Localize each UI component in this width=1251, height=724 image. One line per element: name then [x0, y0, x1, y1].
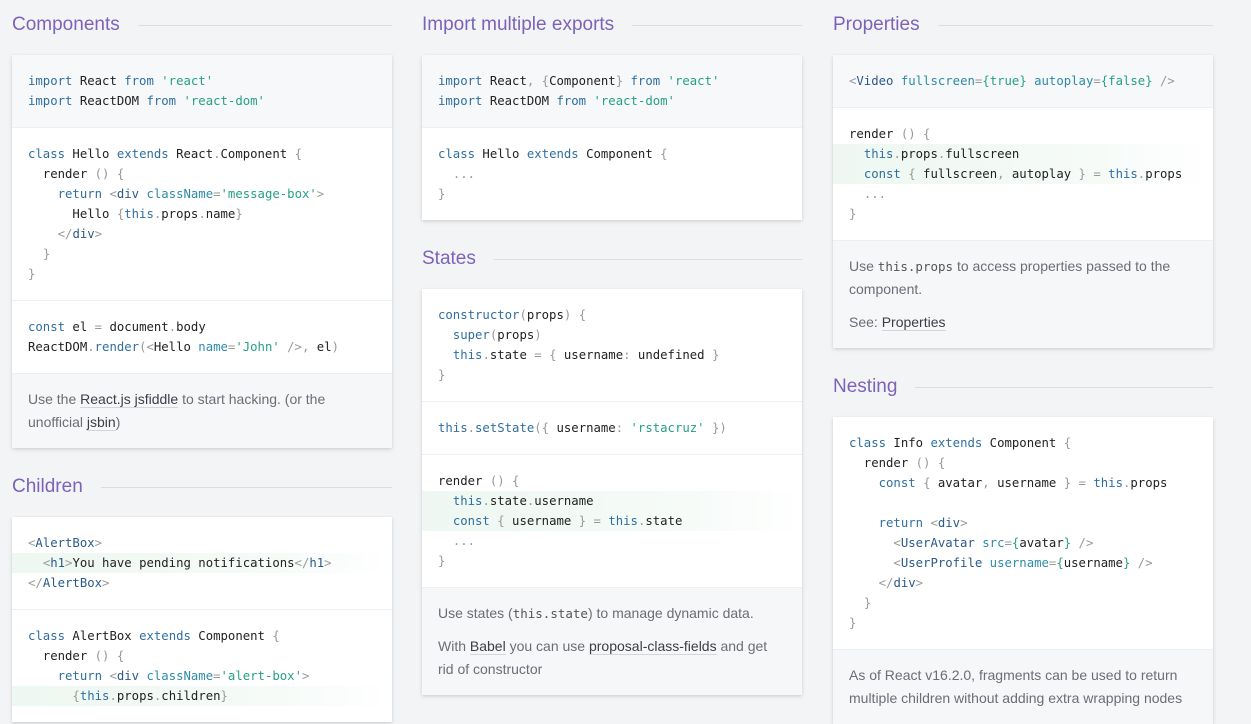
- code-block-setstate: this.setState({ username: 'rstacruz' }): [422, 402, 802, 455]
- children-card: <AlertBox> <h1>You have pending notifica…: [12, 517, 392, 722]
- code-block-imports: import React from 'react' import ReactDOM…: [12, 55, 392, 128]
- nesting-card: class Info extends Component { render ()…: [833, 417, 1213, 724]
- section-header-properties: Properties: [833, 0, 1213, 50]
- section-header-nesting: Nesting: [833, 362, 1213, 412]
- section-title-import-exports: Import multiple exports: [422, 14, 633, 36]
- code-block-props-render: render () { this.props.fullscreen const …: [833, 108, 1213, 241]
- code-block-class-component: class Hello extends Component { ...}: [438, 147, 668, 201]
- section-header-import-exports: Import multiple exports: [422, 0, 802, 50]
- code-block-multi-imports: import React, {Component} from 'react' im…: [422, 55, 802, 128]
- code-block-render: const el = document.body ReactDOM.render(…: [12, 301, 392, 374]
- section-title-components: Components: [12, 14, 138, 36]
- components-note: Use the React.js jsfiddle to start hacki…: [12, 374, 392, 448]
- code-block-video-props: <Video fullscreen={true} autoplay={false…: [833, 55, 1213, 108]
- code-block-state-render: render () { this.state.username const { …: [422, 455, 802, 588]
- jsbin-link[interactable]: jsbin: [86, 414, 116, 431]
- section-title-children: Children: [12, 476, 101, 498]
- section-header-children: Children: [12, 462, 392, 512]
- proposal-class-fields-link[interactable]: proposal-class-fields: [588, 638, 717, 655]
- code-block-alertbox-class: class AlertBox extends Component { rende…: [12, 610, 392, 722]
- column-1: Components import React from 'react' impo…: [12, 0, 392, 722]
- properties-note: Use this.props to access properties pass…: [833, 241, 1213, 348]
- section-header-components: Components: [12, 0, 392, 50]
- components-card: import React from 'react' import ReactDOM…: [12, 55, 392, 448]
- section-title-properties: Properties: [833, 14, 938, 36]
- import-exports-card: import React, {Component} from 'react' im…: [422, 55, 802, 220]
- babel-link[interactable]: Babel: [469, 638, 506, 655]
- code-block-constructor: constructor(props) { super(props) this.s…: [422, 289, 802, 402]
- properties-link[interactable]: Properties: [881, 314, 946, 331]
- states-note: Use states (this.state) to manage dynami…: [422, 588, 802, 695]
- section-title-states: States: [422, 248, 494, 270]
- code-block-alertbox-usage: <AlertBox> <h1>You have pending notifica…: [12, 517, 392, 610]
- code-block-class-hello: class Hello extends React.Component { re…: [12, 128, 392, 301]
- column-3: Properties <Video fullscreen={true} auto…: [833, 0, 1213, 724]
- properties-card: <Video fullscreen={true} autoplay={false…: [833, 55, 1213, 348]
- code-block-nesting: class Info extends Component { render ()…: [833, 417, 1213, 650]
- section-header-states: States: [422, 234, 802, 284]
- jsfiddle-link[interactable]: React.js jsfiddle: [80, 391, 179, 408]
- states-card: constructor(props) { super(props) this.s…: [422, 289, 802, 695]
- nesting-note: As of React v16.2.0, fragments can be us…: [833, 650, 1213, 724]
- column-2: Import multiple exports import React, {C…: [422, 0, 802, 695]
- section-title-nesting: Nesting: [833, 376, 916, 398]
